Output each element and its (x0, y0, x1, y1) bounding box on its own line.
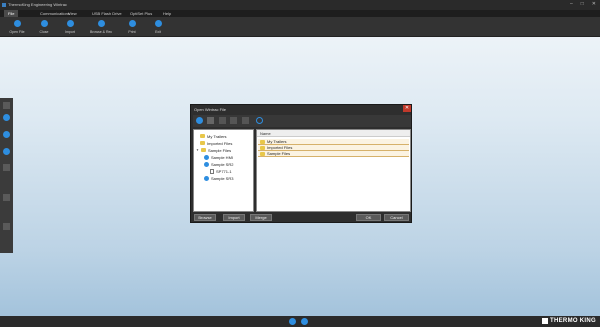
cancel-button[interactable]: Cancel (384, 214, 409, 221)
menu-view[interactable]: View (68, 11, 77, 16)
close-window-button[interactable]: ✕ (592, 1, 596, 7)
title-bar: ThermoKing Engineering Wintrac – □ ✕ (0, 0, 600, 10)
folder-icon (200, 141, 205, 145)
import-dialog-button[interactable]: Import (223, 214, 245, 221)
open-file-icon (13, 20, 21, 27)
menu-communications[interactable]: Communications (40, 11, 70, 16)
folder-icon (200, 148, 206, 152)
refresh-icon[interactable] (256, 117, 263, 124)
list-item[interactable]: Sample Files (258, 151, 409, 157)
left-side-panel (0, 98, 13, 253)
file-list: Name My Trailers Imported Files Sample F… (256, 129, 411, 212)
status-indicator-icon[interactable] (301, 318, 308, 325)
unit-icon[interactable] (3, 114, 10, 121)
copy-icon[interactable] (242, 117, 249, 124)
print-icon (128, 20, 136, 27)
tree-item-my-trailers[interactable]: My Trailers (200, 133, 227, 139)
browse-icon (97, 20, 105, 27)
wrench-icon[interactable] (3, 102, 10, 109)
import-button[interactable]: Import (59, 19, 81, 36)
maximize-button[interactable]: □ (581, 1, 584, 7)
truck-icon[interactable] (3, 164, 10, 171)
close-file-icon (40, 20, 48, 27)
menu-usb-flash-drive[interactable]: USB Flash Drive (92, 11, 122, 16)
folder-icon (200, 134, 205, 138)
unit-file-icon (204, 161, 209, 167)
column-header-name[interactable]: Name (257, 130, 410, 137)
tree-item-sample-sr3[interactable]: Sample SR3 (204, 175, 233, 181)
delete-icon[interactable] (219, 117, 226, 124)
menu-bar: File Communications View USB Flash Drive… (0, 10, 600, 17)
unit-file-icon (204, 154, 209, 160)
window-controls: – □ ✕ (570, 1, 596, 7)
merge-button[interactable]: Merge (250, 214, 272, 221)
brand-logo: THERMO KING (542, 318, 596, 324)
ok-button[interactable]: OK (356, 214, 381, 221)
import-icon (66, 20, 74, 27)
move-icon[interactable] (230, 117, 237, 124)
open-wintrac-file-dialog: Open Wintrac File ✕ My Trailers Imported… (190, 104, 412, 223)
browse-button[interactable]: Browse (194, 214, 216, 221)
connect-icon[interactable] (3, 131, 10, 138)
unit-file-icon (204, 175, 209, 181)
folder-tree: My Trailers Imported Files ▼ Sample Files… (193, 129, 254, 212)
download-icon[interactable] (3, 148, 10, 155)
tree-item-sample-files[interactable]: ▼ Sample Files (196, 147, 231, 153)
rename-icon[interactable] (207, 117, 214, 124)
tools-icon[interactable] (3, 223, 10, 230)
minimize-button[interactable]: – (570, 1, 573, 7)
app-icon (2, 3, 6, 7)
status-bar (0, 316, 600, 327)
folder-icon (260, 151, 265, 156)
settings-icon[interactable] (3, 194, 10, 201)
dialog-title: Open Wintrac File (194, 107, 227, 112)
tree-item-sample-sr2[interactable]: Sample SR2 (204, 161, 233, 167)
exit-button[interactable]: Exit (147, 19, 169, 36)
toolbar: Open File Close Import Browse & Rec Prin… (0, 17, 600, 37)
folder-icon (260, 139, 265, 144)
tree-item-sample-hmi[interactable]: Sample HMI (204, 154, 233, 160)
menu-optiset-plus[interactable]: OptiSet Plus (130, 11, 152, 16)
folder-icon (260, 145, 265, 150)
print-button[interactable]: Print (121, 19, 143, 36)
tree-item-sp771[interactable]: SP771-1 (210, 168, 232, 174)
window-title: ThermoKing Engineering Wintrac (8, 2, 67, 7)
exit-icon (154, 20, 162, 27)
add-folder-icon[interactable] (196, 117, 203, 124)
document-icon (210, 168, 214, 174)
menu-help[interactable]: Help (163, 11, 171, 16)
tree-item-imported-files[interactable]: Imported Files (200, 140, 232, 146)
status-indicator-icon[interactable] (289, 318, 296, 325)
dialog-toolbar (193, 115, 411, 127)
menu-file[interactable]: File (4, 10, 19, 17)
browse-rec-button[interactable]: Browse & Rec (90, 19, 112, 36)
close-file-button[interactable]: Close (33, 19, 55, 36)
expand-arrow-icon[interactable]: ▼ (196, 148, 199, 152)
dialog-close-button[interactable]: ✕ (403, 105, 411, 112)
thermo-king-logo-icon (542, 318, 549, 324)
open-file-button[interactable]: Open File (6, 19, 28, 36)
